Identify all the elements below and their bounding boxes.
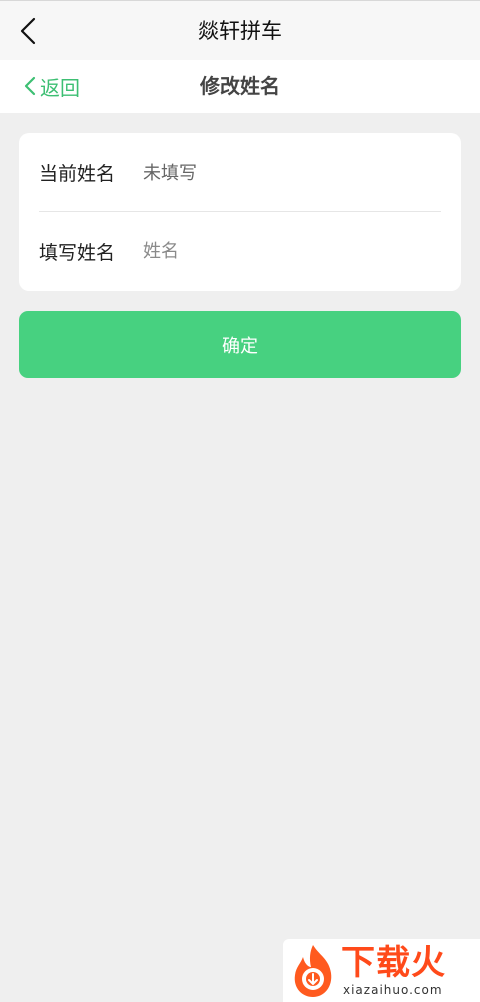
- current-name-row: 当前姓名 未填写: [39, 133, 441, 211]
- page-header: 返回 修改姓名: [0, 60, 480, 113]
- page-title: 修改姓名: [200, 74, 280, 98]
- watermark: 下载火 xiazaihuo.com: [283, 939, 480, 1002]
- watermark-text: 下载火: [341, 943, 446, 983]
- confirm-button[interactable]: 确定: [19, 311, 461, 378]
- name-form-card: 当前姓名 未填写 填写姓名: [19, 133, 461, 291]
- new-name-label: 填写姓名: [39, 241, 116, 264]
- flame-logo-icon: [294, 945, 332, 997]
- app-bar: 燚轩拼车: [0, 0, 480, 60]
- watermark-url: xiazaihuo.com: [343, 983, 443, 997]
- name-input[interactable]: [143, 236, 441, 266]
- current-name-label: 当前姓名: [39, 162, 116, 185]
- current-name-value: 未填写: [143, 163, 197, 184]
- new-name-row: 填写姓名: [39, 212, 441, 290]
- app-title: 燚轩拼车: [198, 19, 282, 43]
